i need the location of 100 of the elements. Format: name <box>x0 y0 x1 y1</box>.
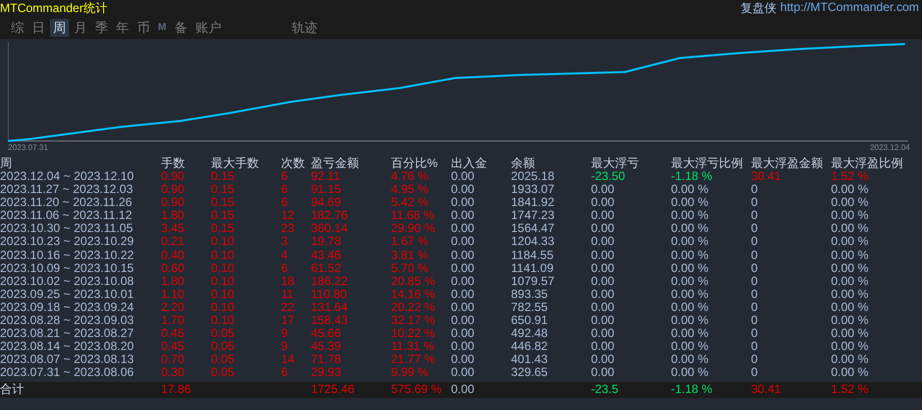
table-cell-text: 0.00 <box>591 262 616 275</box>
table-cell-text: 0.90 <box>161 183 186 196</box>
tab[interactable]: 备 <box>171 19 190 37</box>
table-cell-text: 0.00 <box>451 235 476 249</box>
table-cell-text: 1204.33 <box>511 235 556 249</box>
table-cell-text: 61.52 <box>311 262 342 275</box>
tab[interactable]: 季 <box>92 19 111 37</box>
table-cell-text: 20.22 % <box>391 300 436 314</box>
table-cell-text: 0.00 % <box>831 300 870 314</box>
table-cell-text: 11 <box>281 288 294 301</box>
table-cell-text: 158.43 <box>311 314 349 328</box>
table-cell-text: 0.00 <box>451 196 476 210</box>
table-cell-text: 0.00 % <box>831 196 870 210</box>
tab[interactable]: 年 <box>113 19 132 37</box>
website-link[interactable]: http://MTCommander.com <box>780 0 919 17</box>
table-cell-text: 0.10 <box>211 274 236 288</box>
table-cell-text: 2023.08.07 ~ 2023.08.13 <box>0 353 135 366</box>
table-cell-text: 21.77 % <box>391 353 436 366</box>
table-cell-text: 1.52 % <box>831 383 870 396</box>
table-cell-text: 32.17 % <box>391 314 436 328</box>
table-cell-text: 0 <box>751 314 759 328</box>
column-header: 余额 <box>511 157 536 170</box>
table-cell-text: 合计 <box>0 383 25 396</box>
table-cell-text: 2023.10.02 ~ 2023.10.08 <box>0 274 135 288</box>
table-cell-text: 0.00 <box>591 196 616 210</box>
table-cell-text: 0.00 % <box>671 196 710 210</box>
tab[interactable]: 币 <box>134 19 153 37</box>
table-cell-text: 0.10 <box>211 262 236 275</box>
table-cell-text: 4 <box>281 248 289 262</box>
table-cell-text: 2023.08.14 ~ 2023.08.20 <box>0 340 135 354</box>
table-cell-text: 0.00 % <box>831 235 870 249</box>
table-cell-text: 0.00 % <box>671 327 710 340</box>
table-cell-text: 1.80 <box>161 274 186 288</box>
table-cell-text: 0.00 % <box>831 262 870 275</box>
table-cell-text: 22 <box>281 300 296 314</box>
table-cell-text: 29.90 % <box>391 222 436 236</box>
table-cell-text: 0.00 % <box>671 248 710 262</box>
table-cell-text: 0.00 % <box>831 327 870 340</box>
table-cell-text: 0 <box>751 300 759 314</box>
table-cell-text: 0.00 <box>451 314 476 328</box>
table-cell-text: 0.00 <box>591 366 616 380</box>
table-cell-text: 91.15 <box>311 183 342 196</box>
table-cell-text: 2023.07.31 ~ 2023.08.06 <box>0 366 135 380</box>
table-cell-text: 2023.10.16 ~ 2023.10.22 <box>0 248 135 262</box>
tab[interactable]: 账户 <box>192 19 224 37</box>
table-cell-text: 17.86 <box>161 383 192 396</box>
brand-name: 复盘侠 <box>740 0 776 17</box>
tab[interactable]: 月 <box>71 19 90 37</box>
table-cell-text: 20.85 % <box>391 274 436 288</box>
table-cell-text: 0.70 <box>161 353 186 366</box>
table-cell-text: 2023.09.18 ~ 2023.09.24 <box>0 300 135 314</box>
table-cell-text: 0.00 <box>451 353 476 366</box>
table-cell-text: 0.00 <box>591 274 616 288</box>
window-title: MTCommander统计 <box>0 0 108 17</box>
column-header: 周 <box>0 157 13 170</box>
tab[interactable]: 轨迹 <box>288 19 320 37</box>
table-cell-text: 0.00 % <box>671 274 710 288</box>
table-cell-text: 0 <box>751 288 759 301</box>
table-cell-text: 0 <box>751 353 759 366</box>
table-cell-text: 0.00 <box>591 327 616 340</box>
table-cell-text: 1.52 % <box>831 170 870 184</box>
table-cell-text: 94.69 <box>311 196 342 210</box>
table-cell-text: 0.90 <box>161 170 186 184</box>
tab[interactable]: M <box>155 19 170 37</box>
tab[interactable]: 综 <box>8 19 27 37</box>
table-cell-text: 0.05 <box>211 353 236 366</box>
table-cell-text: 0.00 % <box>831 366 870 380</box>
table-cell-text: 0.00 <box>451 274 476 288</box>
table-cell-text: 6 <box>281 196 289 210</box>
table-cell-text: 1141.09 <box>511 262 554 275</box>
table-cell-text: 0.00 % <box>831 340 870 354</box>
table-cell-text: 5.42 % <box>391 196 430 210</box>
table-cell-text: 0.00 <box>591 209 616 222</box>
table-cell-text: 0 <box>751 340 759 354</box>
table-cell-text: 1.70 <box>161 314 186 328</box>
table-cell-text: 0.90 <box>161 196 186 210</box>
table-cell-text: -1.18 % <box>671 383 714 396</box>
table-cell-text: 1184.55 <box>511 248 554 262</box>
tab[interactable]: 日 <box>29 19 48 37</box>
table-cell-text: 9 <box>281 327 289 340</box>
table-cell-text: 0.10 <box>211 248 236 262</box>
table-cell-text: 782.55 <box>511 300 549 314</box>
table-cell-text: 0.00 % <box>831 314 870 328</box>
table-cell-text: 6 <box>281 183 289 196</box>
table-cell-text: -1.18 % <box>671 170 714 184</box>
table-cell-text: 3 <box>281 235 289 249</box>
table-cell-text: 0.00 % <box>831 274 870 288</box>
table-cell-text: 4.95 % <box>391 183 430 196</box>
table-cell-text: 650.91 <box>511 314 549 328</box>
tab[interactable]: 周 <box>50 19 69 37</box>
table-cell-text: 10.22 % <box>391 327 436 340</box>
table-cell-text: 0.00 <box>591 183 616 196</box>
table-cell-text: 2023.10.23 ~ 2023.10.29 <box>0 235 135 249</box>
table-cell-text: 0.00 % <box>671 288 710 301</box>
column-header: 百分比% <box>391 157 439 170</box>
table-cell-text: 401.43 <box>511 353 549 366</box>
table-cell-text: 0.00 <box>451 248 476 262</box>
table-cell-text: 329.65 <box>511 366 549 380</box>
table-cell-text: 2023.08.21 ~ 2023.08.27 <box>0 327 135 340</box>
table-cell-text: 11.31 % <box>391 340 436 354</box>
